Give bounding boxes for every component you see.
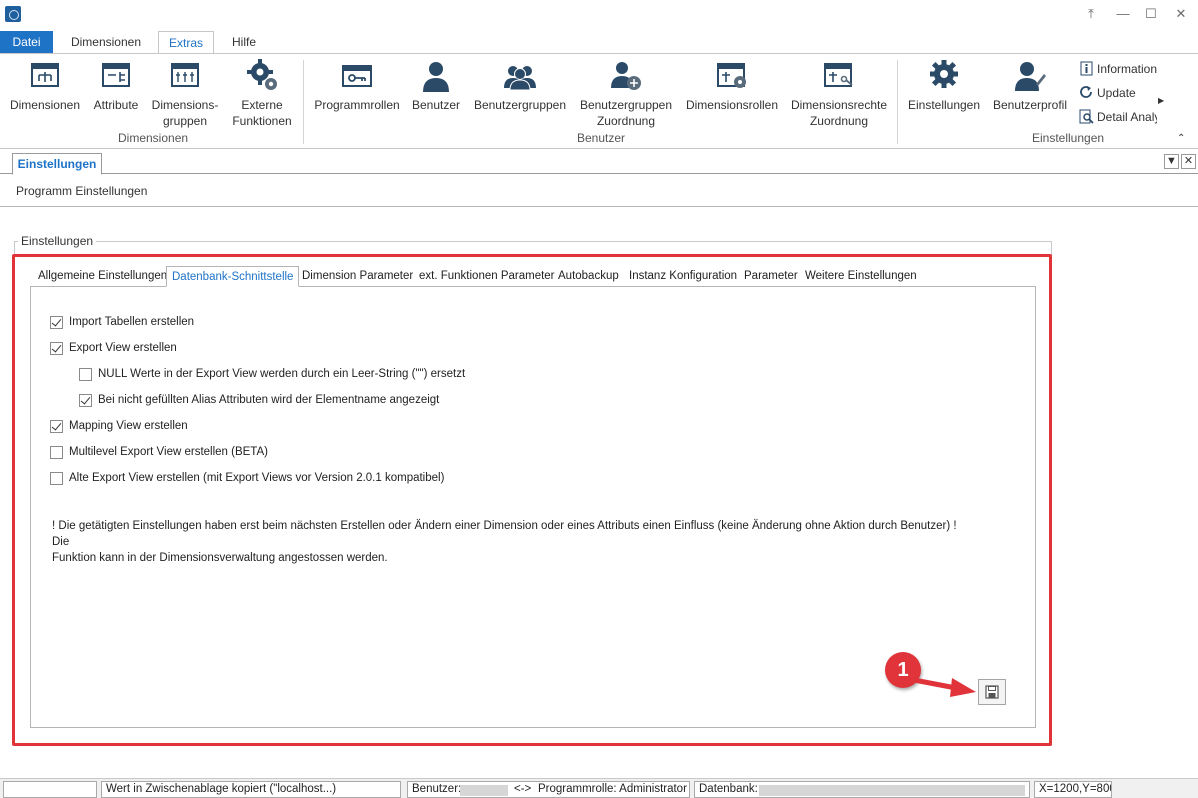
groupbox-title: Einstellungen [18,234,97,248]
group-label-dimensionen: Dimensionen [118,131,189,145]
benutzerprofil-label: Benutzerprofil [992,98,1068,112]
dimensionsrechte-zuordnung-label-line2: Zuordnung [809,114,869,128]
divider [0,206,1198,207]
info-icon [1079,61,1094,76]
group-label-benutzer: Benutzer [577,131,626,145]
benutzerprofil-button[interactable]: Benutzerprofil [990,58,1070,113]
externe-funktionen-label-line2: Funktionen [232,114,292,128]
dimensionen-button[interactable]: Dimensionen [8,58,82,113]
status-bar: Wert in Zwischenablage kopiert ("localho… [0,778,1198,798]
benutzer-label: Benutzer [411,98,461,112]
user-group-assignment-icon [608,58,644,94]
status-user-panel: Benutzer: <-> Programmrolle: Administrat… [407,781,690,798]
maximize-button[interactable]: ☐ [1140,4,1162,24]
program-roles-key-icon [339,58,375,94]
status-user-label: Benutzer: [412,783,462,795]
programmrollen-button[interactable]: Programmrollen [310,58,404,113]
ribbon-panel: Dimensionen Attribute Dimensions- gruppe… [0,53,1198,149]
ribbon-collapse-icon[interactable]: ⌃ [1177,133,1185,144]
redacted-database [759,785,1025,796]
user-profile-icon [1012,58,1048,94]
dimension-tree-icon [27,58,63,94]
document-tab-bar: Einstellungen ▼ ✕ [0,150,1198,175]
dimensionen-label: Dimensionen [9,98,81,112]
status-panel-empty [3,781,97,798]
ribbon-scroll-right-icon[interactable]: ▶ [1158,96,1164,105]
status-db-label: Datenbank: [699,783,758,795]
update-label: Update [1097,86,1136,100]
dimensionsrechte-zuordnung-label-line1: Dimensionsrechte [790,98,888,112]
dimension-rights-icon [821,58,857,94]
redacted-username [460,785,508,796]
close-window-button[interactable]: ✕ [1170,4,1192,24]
group-label-einstellungen: Einstellungen [1032,131,1105,145]
dimensionsgruppen-label-line1: Dimensions- [151,98,219,112]
status-coordinates: X=1200,Y=800 [1034,781,1112,798]
status-role: Programmrolle: Administrator [538,783,687,795]
tab-hilfe[interactable]: Hilfe [222,31,266,53]
tab-list-dropdown-icon[interactable]: ▼ [1164,154,1179,169]
externe-funktionen-button[interactable]: Externe Funktionen [226,58,298,129]
tab-file[interactable]: Datei [0,31,53,53]
dimensionsgruppen-button[interactable]: Dimensions- gruppen [148,58,222,129]
attribute-label: Attribute [93,98,139,112]
title-bar: ⤒ — ☐ ✕ [0,0,1198,30]
user-icon [418,58,454,94]
programmrollen-label: Programmrollen [314,98,400,112]
tab-dimensionen[interactable]: Dimensionen [62,31,150,53]
tab-einstellungen-document[interactable]: Einstellungen [12,153,102,175]
status-database-panel: Datenbank: [694,781,1030,798]
externe-funktionen-label-line1: Externe [241,98,283,112]
benutzer-button[interactable]: Benutzer [408,58,464,113]
einstellungen-button[interactable]: Einstellungen [904,58,984,113]
benutzergruppen-zuordnung-label-line2: Zuordnung [596,114,656,128]
benutzergruppen-zuordnung-label-line1: Benutzergruppen [579,98,673,112]
einstellungen-label: Einstellungen [907,98,981,112]
page-subtitle: Programm Einstellungen [16,184,148,198]
detail-analyse-label: Detail Analy [1097,110,1157,124]
information-label: Information [1097,62,1158,76]
dimensionsrollen-button[interactable]: Dimensionsrollen [684,58,780,113]
dimension-groups-icon [167,58,203,94]
search-document-icon [1079,109,1094,124]
ribbon-separator [897,60,898,144]
tab-datenbank-schnittstelle[interactable]: Datenbank-Schnittstelle [166,266,300,287]
dimension-roles-icon [714,58,750,94]
external-functions-gear-icon [244,58,280,94]
benutzergruppen-label: Benutzergruppen [473,98,567,112]
ribbon-tab-bar: Datei Dimensionen Extras Hilfe [0,31,1198,54]
attribute-icon [98,58,134,94]
status-separator: <-> [514,783,532,795]
restore-window-icon[interactable]: ⤒ [1080,4,1102,24]
user-groups-icon [502,58,538,94]
settings-gear-icon [926,58,962,94]
dimensionsgruppen-label-line2: gruppen [162,114,208,128]
app-logo-icon [5,6,21,22]
refresh-icon [1079,85,1094,100]
minimize-button[interactable]: — [1112,4,1134,24]
close-document-icon[interactable]: ✕ [1181,154,1196,169]
attribute-button[interactable]: Attribute [88,58,144,113]
benutzergruppen-zuordnung-button[interactable]: Benutzergruppen Zuordnung [576,58,676,129]
update-button[interactable]: Update [1079,83,1159,103]
ribbon-separator [303,60,304,144]
benutzergruppen-button[interactable]: Benutzergruppen [470,58,570,113]
dimensionsrechte-zuordnung-button[interactable]: Dimensionsrechte Zuordnung [786,58,892,129]
detail-analyse-button[interactable]: Detail Analy [1079,107,1157,127]
information-button[interactable]: Information [1079,59,1159,79]
callout-arrow-icon [912,677,976,697]
tab-extras[interactable]: Extras [158,31,214,54]
status-message: Wert in Zwischenablage kopiert ("localho… [101,781,401,798]
dimensionsrollen-label: Dimensionsrollen [685,98,779,112]
